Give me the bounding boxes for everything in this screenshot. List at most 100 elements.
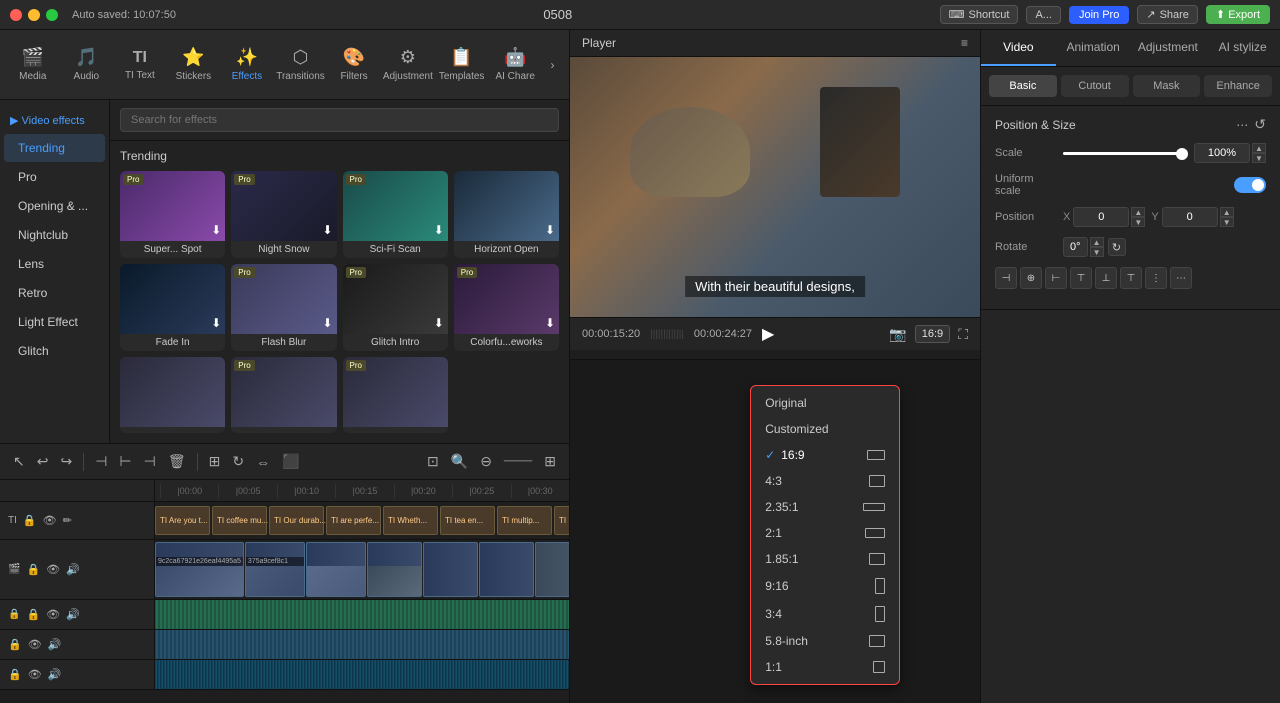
distribute-h-button[interactable]: ⋮: [1145, 267, 1167, 289]
aspect-item-3-4[interactable]: 3:4: [751, 600, 899, 628]
text-clip[interactable]: TI Wheth...: [383, 506, 438, 535]
scale-slider[interactable]: [1063, 152, 1186, 155]
shortcut-button[interactable]: ⌨ Shortcut: [940, 5, 1019, 24]
y-down[interactable]: ▼: [1220, 217, 1234, 227]
zoom-out-button[interactable]: ⊖: [477, 450, 495, 473]
redo-button[interactable]: ↪: [57, 450, 75, 473]
video-clip[interactable]: [423, 542, 478, 597]
visibility-icon2[interactable]: 👁: [46, 608, 60, 621]
nav-transitions[interactable]: ⬡ Transitions: [276, 37, 326, 93]
export-button[interactable]: ⬆ Export: [1206, 5, 1270, 24]
aspect-item-4-3[interactable]: 4:3: [751, 468, 899, 494]
nav-more-button[interactable]: ›: [544, 37, 561, 93]
effect-card-glitch-intro[interactable]: Pro ⬇ Glitch Intro: [343, 264, 448, 351]
share-button[interactable]: ↗ Share: [1137, 5, 1198, 24]
fullscreen-button[interactable]: ⛶: [958, 326, 968, 343]
align-right-button[interactable]: ⊣: [141, 450, 159, 473]
effect-card-row3-1[interactable]: [120, 357, 225, 433]
rotate-down[interactable]: ▼: [1090, 247, 1104, 257]
aspect-item-2-1[interactable]: 2:1: [751, 520, 899, 546]
align-center-h-button[interactable]: ⊕: [1020, 267, 1042, 289]
rotate-button[interactable]: ↻: [229, 450, 247, 473]
audio-vol-icon3[interactable]: 🔊: [48, 668, 62, 681]
align-top-button[interactable]: ⊤: [1070, 267, 1092, 289]
text-clip[interactable]: TI are perfe...: [326, 506, 381, 535]
effect-card-super-spot[interactable]: Pro ⬇ Super... Spot: [120, 171, 225, 258]
split-button[interactable]: ⊣: [92, 450, 110, 473]
fullscreen-timeline-button[interactable]: ⊞: [541, 450, 559, 473]
align-right-button[interactable]: ⊢: [1045, 267, 1067, 289]
nav-ai-chars[interactable]: 🤖 AI Chare: [490, 37, 540, 93]
text-clip[interactable]: TI Our durab...: [269, 506, 324, 535]
video-clip[interactable]: 9c2ca67921e26eaf4495a5: [155, 542, 244, 597]
align-bottom-button[interactable]: ⊤: [1120, 267, 1142, 289]
nav-media[interactable]: 🎬 Media: [8, 37, 58, 93]
nav-filters[interactable]: 🎨 Filters: [329, 37, 379, 93]
video-clip[interactable]: 375a9cef8c1: [245, 542, 305, 597]
sidebar-item-pro[interactable]: Pro: [4, 163, 105, 191]
fit-button[interactable]: ⊡: [424, 450, 442, 473]
visibility-icon3[interactable]: 👁: [28, 638, 42, 651]
distribute-v-button[interactable]: ⋯: [1170, 267, 1192, 289]
video-clip[interactable]: [535, 542, 569, 597]
y-up[interactable]: ▲: [1220, 207, 1234, 217]
visibility-icon[interactable]: 👁: [43, 514, 57, 527]
rotate-up[interactable]: ▲: [1090, 237, 1104, 247]
lock-icon4[interactable]: 🔒: [8, 668, 22, 681]
basic-tab-cutout[interactable]: Cutout: [1061, 75, 1129, 97]
edit-icon[interactable]: ✏: [63, 514, 72, 527]
sidebar-item-retro[interactable]: Retro: [4, 279, 105, 307]
effect-card-fade-in[interactable]: ⬇ Fade In: [120, 264, 225, 351]
text-clip[interactable]: TI Plus, th...: [554, 506, 569, 535]
effect-card-horizont-open[interactable]: ⬇ Horizont Open: [454, 171, 559, 258]
nav-stickers[interactable]: ⭐ Stickers: [169, 37, 219, 93]
sidebar-item-opening[interactable]: Opening & ...: [4, 192, 105, 220]
cursor-tool[interactable]: ↖: [10, 450, 28, 473]
scale-up[interactable]: ▲: [1252, 143, 1266, 153]
effect-card-sci-fi-scan[interactable]: Pro ⬇ Sci-Fi Scan: [343, 171, 448, 258]
sidebar-item-nightclub[interactable]: Nightclub: [4, 221, 105, 249]
sidebar-item-light-effect[interactable]: Light Effect: [4, 308, 105, 336]
delete-button[interactable]: 🗑: [165, 450, 189, 473]
screenshot-button[interactable]: 📷: [889, 326, 906, 343]
nav-text[interactable]: TI TI Text: [115, 37, 165, 93]
mirror-button[interactable]: ⬛: [279, 450, 302, 473]
reset-button[interactable]: ↺: [1254, 116, 1266, 133]
nav-effects[interactable]: ✨ Effects: [222, 37, 272, 93]
nav-templates[interactable]: 📋 Templates: [437, 37, 487, 93]
aspect-item-16-9[interactable]: ✓ 16:9: [751, 442, 899, 468]
basic-tab-enhance[interactable]: Enhance: [1204, 75, 1272, 97]
text-clip[interactable]: TI Are you t...: [155, 506, 210, 535]
nav-audio[interactable]: 🎵 Audio: [62, 37, 112, 93]
user-avatar[interactable]: A...: [1026, 6, 1061, 24]
undo-button[interactable]: ↩: [34, 450, 52, 473]
aspect-item-1_85-1[interactable]: 1.85:1: [751, 546, 899, 572]
sidebar-item-glitch[interactable]: Glitch: [4, 337, 105, 365]
align-left-button[interactable]: ⊣: [995, 267, 1017, 289]
audio-icon[interactable]: 🔊: [66, 563, 80, 576]
effect-card-row3-2[interactable]: Pro: [231, 357, 336, 433]
position-y[interactable]: 0: [1162, 207, 1218, 227]
sidebar-item-lens[interactable]: Lens: [4, 250, 105, 278]
zoom-in-button[interactable]: 🔍: [448, 450, 471, 473]
rotate-value[interactable]: 0°: [1063, 237, 1088, 257]
aspect-item-1-1[interactable]: 1:1: [751, 654, 899, 680]
visibility-icon4[interactable]: 👁: [28, 668, 42, 681]
visibility-icon[interactable]: 👁: [46, 563, 60, 576]
flip-button[interactable]: ⇔: [253, 451, 273, 473]
aspect-item-5_8inch[interactable]: 5.8-inch: [751, 628, 899, 654]
tab-adjustment[interactable]: Adjustment: [1131, 30, 1206, 66]
tab-animation[interactable]: Animation: [1056, 30, 1131, 66]
aspect-ratio-button[interactable]: 16:9: [915, 325, 950, 343]
aspect-item-2_35-1[interactable]: 2.35:1: [751, 494, 899, 520]
nav-adjustment[interactable]: ⚙ Adjustment: [383, 37, 433, 93]
audio-vol-icon[interactable]: 🔊: [66, 608, 80, 621]
join-pro-button[interactable]: Join Pro: [1069, 6, 1129, 24]
player-menu-icon[interactable]: ≡: [961, 36, 968, 50]
aspect-item-customized[interactable]: Customized: [751, 416, 899, 442]
crop-button[interactable]: ⊞: [206, 450, 224, 473]
aspect-item-original[interactable]: Original: [751, 390, 899, 416]
rotate-cw-button[interactable]: ↻: [1108, 238, 1126, 256]
audio-vol-icon2[interactable]: 🔊: [48, 638, 62, 651]
x-up[interactable]: ▲: [1131, 207, 1145, 217]
